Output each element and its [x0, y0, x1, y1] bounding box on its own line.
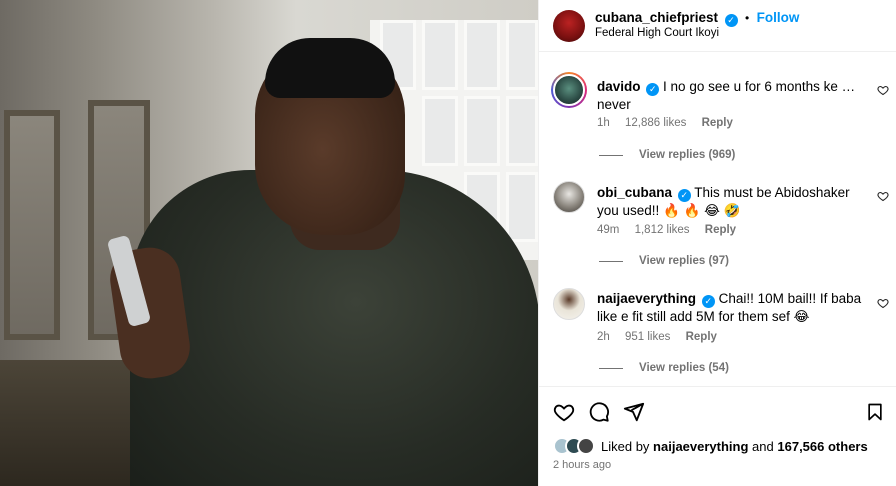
- heart-small-icon[interactable]: [877, 190, 889, 202]
- reply-button[interactable]: Reply: [702, 117, 733, 129]
- post-image[interactable]: [0, 0, 538, 486]
- replies-line: [599, 154, 623, 156]
- verified-badge-icon: ✓: [724, 14, 738, 27]
- liked-by-row[interactable]: Liked by naijaeverything and 167,566 oth…: [553, 437, 868, 455]
- wall-frame-left: [4, 110, 60, 340]
- author-line: cubana_chiefpriest ✓ • Follow: [595, 9, 799, 27]
- comment-body: davido ✓ I no go see u for 6 months ke ……: [597, 78, 867, 114]
- verified-badge-icon: ✓: [646, 83, 660, 96]
- comment-likes[interactable]: 1,812 likes: [635, 224, 690, 236]
- author-avatar[interactable]: [553, 10, 585, 42]
- commenter-username[interactable]: obi_cubana: [597, 185, 672, 200]
- post-actions: Liked by naijaeverything and 167,566 oth…: [539, 386, 896, 486]
- comment-time[interactable]: 1h: [597, 117, 610, 129]
- comment-meta: 1h 12,886 likes Reply: [597, 117, 745, 129]
- view-replies-button[interactable]: View replies (969): [599, 149, 735, 161]
- comment-body: naijaeverything ✓ Chai!! 10M bail!! If b…: [597, 290, 877, 326]
- comment-item: davido ✓ I no go see u for 6 months ke ……: [539, 70, 896, 170]
- follow-button[interactable]: Follow: [757, 10, 800, 25]
- comment-body: obi_cubana ✓ This must be Abidoshaker yo…: [597, 184, 867, 220]
- send-icon[interactable]: [623, 401, 645, 423]
- post-timestamp[interactable]: 2 hours ago: [553, 459, 611, 471]
- verified-badge-icon: ✓: [701, 295, 715, 308]
- replies-line: [599, 260, 623, 262]
- comment-meta: 49m 1,812 likes Reply: [597, 224, 748, 236]
- comment-time[interactable]: 2h: [597, 331, 610, 343]
- reply-button[interactable]: Reply: [705, 224, 736, 236]
- dot-separator: •: [744, 11, 750, 25]
- replies-line: [599, 367, 623, 369]
- comment-likes[interactable]: 951 likes: [625, 331, 670, 343]
- comment-item: obi_cubana ✓ This must be Abidoshaker yo…: [539, 178, 896, 278]
- heart-small-icon[interactable]: [877, 297, 889, 309]
- liked-by-and: and: [752, 438, 774, 454]
- post-header: cubana_chiefpriest ✓ • Follow Federal Hi…: [539, 0, 896, 52]
- liked-by-user[interactable]: naijaeverything: [653, 439, 748, 454]
- heart-icon[interactable]: [553, 401, 575, 423]
- view-replies-button[interactable]: View replies (54): [599, 362, 729, 374]
- reply-button[interactable]: Reply: [686, 331, 717, 343]
- view-replies-label: View replies (54): [639, 362, 729, 374]
- cabinet: [0, 360, 150, 486]
- commenter-avatar[interactable]: [553, 288, 585, 320]
- author-username[interactable]: cubana_chiefpriest: [595, 10, 718, 25]
- comment-meta: 2h 951 likes Reply: [597, 331, 729, 343]
- view-replies-label: View replies (969): [639, 149, 736, 161]
- liker-avatar: [577, 437, 595, 455]
- view-replies-button[interactable]: View replies (97): [599, 255, 729, 267]
- view-replies-label: View replies (97): [639, 255, 729, 267]
- person-hair: [265, 38, 395, 98]
- commenter-username[interactable]: naijaeverything: [597, 291, 696, 306]
- commenter-avatar[interactable]: [553, 181, 585, 213]
- post-panel: cubana_chiefpriest ✓ • Follow Federal Hi…: [538, 0, 896, 486]
- comment-icon[interactable]: [588, 401, 610, 423]
- comment-time[interactable]: 49m: [597, 224, 619, 236]
- liked-by-prefix: Liked by: [601, 438, 650, 454]
- bookmark-icon[interactable]: [865, 401, 885, 423]
- post-location[interactable]: Federal High Court Ikoyi: [595, 27, 719, 39]
- verified-badge-icon: ✓: [677, 189, 691, 202]
- comment-likes[interactable]: 12,886 likes: [625, 117, 686, 129]
- commenter-username[interactable]: davido: [597, 79, 641, 94]
- comment-item: naijaeverything ✓ Chai!! 10M bail!! If b…: [539, 285, 896, 385]
- heart-small-icon[interactable]: [877, 84, 889, 96]
- liked-by-count[interactable]: 167,566 others: [777, 439, 867, 454]
- commenter-avatar[interactable]: [551, 72, 587, 108]
